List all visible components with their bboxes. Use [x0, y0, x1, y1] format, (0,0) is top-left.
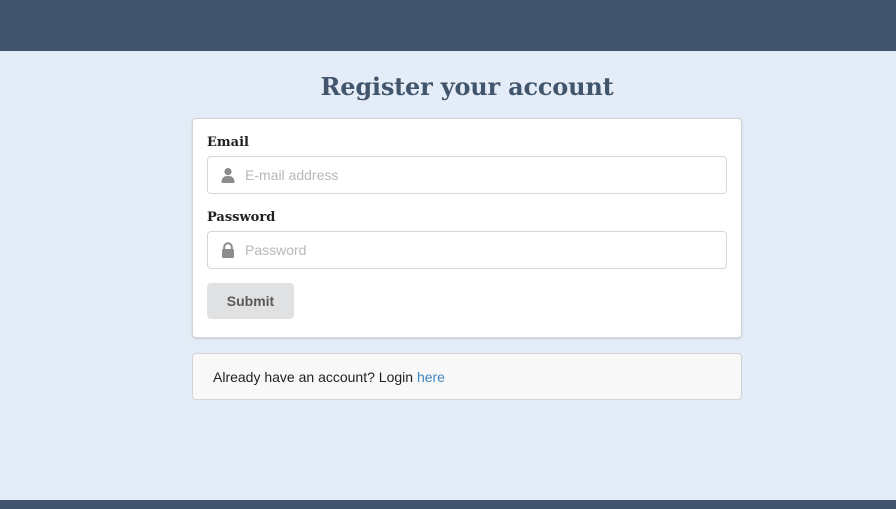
- email-input[interactable]: [245, 157, 715, 193]
- user-icon: [220, 167, 236, 183]
- password-field[interactable]: [207, 231, 727, 269]
- login-link[interactable]: here: [417, 369, 445, 385]
- bottom-footer-bar: [0, 500, 896, 509]
- lock-icon: [220, 242, 236, 258]
- email-field[interactable]: [207, 156, 727, 194]
- password-input[interactable]: [245, 232, 715, 268]
- page-title: Register your account: [320, 72, 614, 101]
- login-message-text: Already have an account? Login: [213, 369, 417, 385]
- email-label: Email: [207, 135, 249, 150]
- login-message: Already have an account? Login here: [192, 353, 742, 400]
- register-form: Email Password Submit: [192, 118, 742, 338]
- password-label: Password: [207, 210, 276, 225]
- submit-button[interactable]: Submit: [207, 283, 294, 319]
- top-header-bar: [0, 0, 896, 51]
